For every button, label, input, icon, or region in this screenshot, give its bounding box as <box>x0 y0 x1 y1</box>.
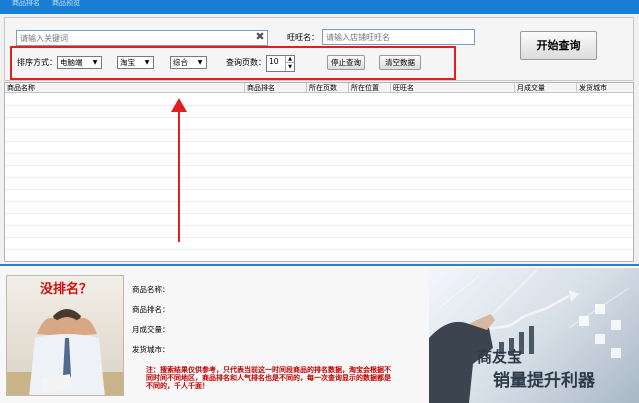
results-table[interactable]: 商品名称 商品排名 所在页数 所在位置 旺旺名 月成交量 发货城市 <box>4 82 634 262</box>
red-arrow-icon <box>171 98 187 242</box>
worried-man-icon <box>7 309 123 395</box>
monthly-sales-label: 月成交量： <box>132 325 170 334</box>
grid-line <box>5 213 633 214</box>
keyword-input[interactable] <box>16 30 268 46</box>
column-header[interactable]: 旺旺名 <box>391 83 515 93</box>
ship-city-label: 发货城市： <box>132 345 170 354</box>
grid-line <box>5 225 633 226</box>
ad-title: 商友宝 <box>477 348 523 366</box>
grid-line <box>5 153 633 154</box>
column-header[interactable]: 所在页数 <box>307 83 349 93</box>
column-header[interactable]: 所在位置 <box>349 83 391 93</box>
wangwang-input[interactable] <box>322 29 475 45</box>
product-name-label: 商品名称： <box>132 285 170 294</box>
highlight-box <box>10 46 456 80</box>
tab-rank[interactable]: 商品排名 <box>12 0 40 6</box>
column-header[interactable]: 商品排名 <box>245 83 307 93</box>
grid-line <box>5 117 633 118</box>
product-rank-label: 商品排名： <box>132 305 170 314</box>
ad-subtitle: 销量提升利器 <box>493 371 595 391</box>
grid-line <box>5 189 633 190</box>
promo-banner[interactable]: 商友宝 销量提升利器 <box>429 268 639 403</box>
grid-line <box>5 129 633 130</box>
grid-line <box>5 141 633 142</box>
wangwang-label: 旺旺名： <box>287 33 319 42</box>
clear-icon[interactable]: ✖ <box>254 31 266 43</box>
no-rank-illustration: 没排名？ <box>6 275 124 396</box>
grid-line <box>5 105 633 106</box>
start-query-button[interactable]: 开始查询 <box>520 31 597 60</box>
table-header: 商品名称 商品排名 所在页数 所在位置 旺旺名 月成交量 发货城市 <box>5 83 633 93</box>
top-bar: 商品排名 商品预览 <box>0 0 639 14</box>
grid-line <box>5 237 633 238</box>
grid-line <box>5 177 633 178</box>
grid-line <box>5 249 633 250</box>
column-header[interactable]: 发货城市 <box>577 83 633 93</box>
tab-preview[interactable]: 商品预览 <box>52 0 80 6</box>
grid-line <box>5 201 633 202</box>
divider <box>0 264 639 266</box>
grid-line <box>5 165 633 166</box>
disclaimer-note: 注：搜索结果仅供参考，只代表当前这一时间段商品的排名数据，淘宝会根据不同时间不同… <box>146 366 391 390</box>
column-header[interactable]: 月成交量 <box>515 83 577 93</box>
column-header[interactable]: 商品名称 <box>5 83 245 93</box>
